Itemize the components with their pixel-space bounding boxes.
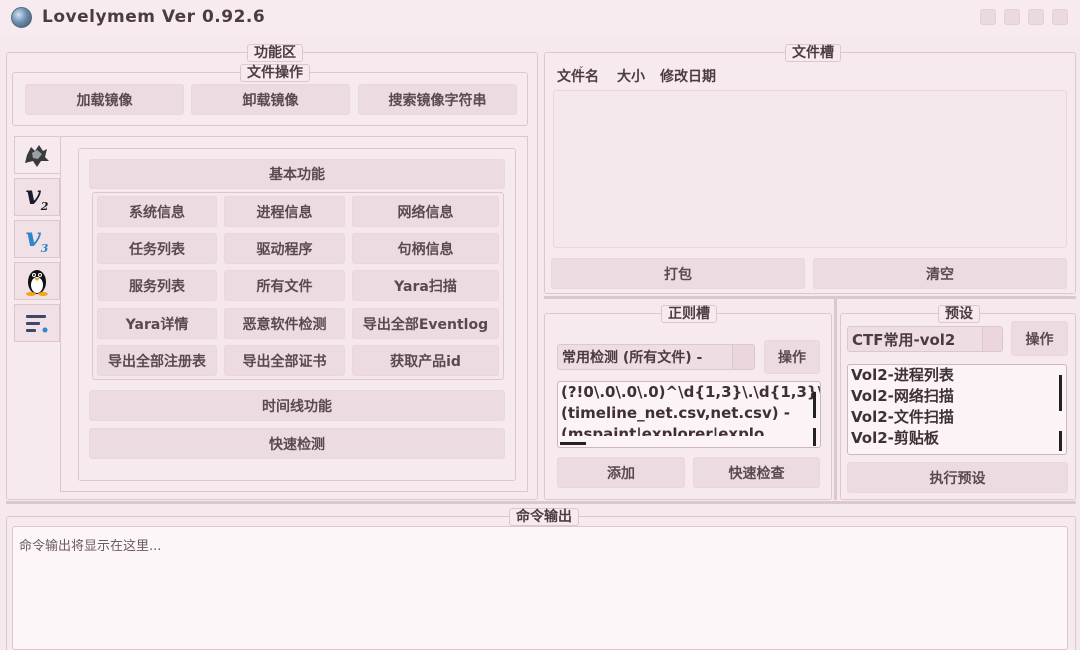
regex-line-1: (?!0\.0\.0\.0)^\d{1,3}\.\d{1,3}\.: [561, 383, 821, 401]
search-image-strings-button[interactable]: 搜索镜像字符串: [358, 84, 517, 115]
regex-line-3: (mspaint|explorer|explo: [561, 425, 765, 436]
command-output-box[interactable]: 命令输出将显示在这里...: [12, 526, 1068, 650]
v3-letter: v: [25, 222, 41, 253]
quick-detect-button[interactable]: 快速检测: [89, 428, 505, 459]
col-modified[interactable]: 修改日期: [660, 66, 716, 86]
function-area-title: 功能区: [247, 44, 303, 62]
window-minimize-button[interactable]: [1004, 9, 1020, 25]
regex-add-button[interactable]: 添加: [557, 457, 685, 488]
volatility-icon: [25, 145, 49, 167]
preset-list[interactable]: Vol2-进程列表 Vol2-网络扫描 Vol2-文件扫描 Vol2-剪贴板: [847, 364, 1067, 455]
preset-combo-value: CTF常用-vol2: [852, 330, 956, 349]
handle-info-button[interactable]: 句柄信息: [352, 233, 499, 264]
clear-button[interactable]: 清空: [813, 258, 1067, 289]
list-menu-icon: [26, 315, 48, 333]
app-title: Lovelymem Ver 0.92.6: [42, 7, 266, 27]
yara-scan-button[interactable]: Yara扫描: [352, 270, 499, 301]
preset-item[interactable]: Vol2-网络扫描: [848, 386, 1066, 407]
unload-image-button[interactable]: 卸载镜像: [191, 84, 350, 115]
pack-button[interactable]: 打包: [551, 258, 805, 289]
malware-detect-button[interactable]: 恶意软件检测: [224, 308, 345, 339]
preset-combo-arrow[interactable]: [982, 327, 1002, 351]
regex-scrollbar[interactable]: [806, 384, 818, 446]
preset-scrollbar[interactable]: [1052, 367, 1064, 452]
regex-slot-title: 正则槽: [661, 305, 717, 323]
preset-combo[interactable]: CTF常用-vol2: [847, 326, 1003, 352]
export-certs-button[interactable]: 导出全部证书: [224, 345, 345, 376]
yara-details-button[interactable]: Yara详情: [97, 308, 217, 339]
preset-item[interactable]: Vol2-进程列表: [848, 365, 1066, 386]
task-list-button[interactable]: 任务列表: [97, 233, 217, 264]
v2-sub: 2: [40, 200, 49, 214]
regex-line-2: (timeline_net.csv,net.csv) -: [561, 404, 791, 422]
regex-combo[interactable]: 常用检测 (所有文件) -: [557, 344, 755, 370]
tab-list[interactable]: [14, 304, 60, 342]
run-preset-button[interactable]: 执行预设: [847, 462, 1068, 493]
export-registry-button[interactable]: 导出全部注册表: [97, 345, 217, 376]
tab-vol3[interactable]: v3: [14, 220, 60, 258]
col-size[interactable]: 大小: [617, 66, 645, 86]
regex-op-button[interactable]: 操作: [764, 340, 820, 374]
driver-button[interactable]: 驱动程序: [224, 233, 345, 264]
tab-vol2[interactable]: v2: [14, 178, 60, 216]
get-product-id-button[interactable]: 获取产品id: [352, 345, 499, 376]
regex-quick-check-button[interactable]: 快速检查: [693, 457, 820, 488]
file-ops-title: 文件操作: [240, 64, 310, 82]
basic-functions-button[interactable]: 基本功能: [89, 159, 505, 189]
v2-icon: v2: [26, 181, 49, 213]
all-files-button[interactable]: 所有文件: [224, 270, 345, 301]
tab-volatility[interactable]: [14, 136, 60, 174]
window-close-button[interactable]: [1052, 9, 1068, 25]
regex-textbox[interactable]: (?!0\.0\.0\.0)^\d{1,3}\.\d{1,3}\. (timel…: [557, 381, 821, 448]
load-image-button[interactable]: 加载镜像: [25, 84, 184, 115]
service-list-button[interactable]: 服务列表: [97, 270, 217, 301]
file-slot-title: 文件槽: [785, 44, 841, 62]
horizontal-splitter[interactable]: [544, 296, 1076, 299]
linux-penguin-icon: [26, 270, 48, 296]
tab-linux[interactable]: [14, 262, 60, 300]
app-globe-icon: [11, 7, 32, 28]
preset-op-button[interactable]: 操作: [1011, 321, 1068, 356]
title-bar[interactable]: Lovelymem Ver 0.92.6: [0, 0, 1080, 36]
v3-sub: 3: [40, 242, 49, 256]
preset-item[interactable]: Vol2-剪贴板: [848, 428, 1066, 449]
v3-icon: v3: [26, 223, 49, 255]
preset-item[interactable]: Vol2-文件扫描: [848, 407, 1066, 428]
command-output-placeholder: 命令输出将显示在这里...: [19, 539, 162, 554]
timeline-button[interactable]: 时间线功能: [89, 390, 505, 421]
export-eventlog-button[interactable]: 导出全部Eventlog: [352, 308, 499, 339]
main-window: Lovelymem Ver 0.92.6 功能区 文件操作 加载镜像 卸载镜像 …: [0, 0, 1080, 650]
window-maximize-button[interactable]: [1028, 9, 1044, 25]
bottom-splitter[interactable]: [6, 501, 1076, 504]
regex-combo-arrow[interactable]: [732, 345, 754, 369]
sort-chevron-icon: ⌄: [578, 61, 585, 70]
network-info-button[interactable]: 网络信息: [352, 196, 499, 227]
regex-hscroll[interactable]: [560, 442, 586, 445]
regex-combo-value: 常用检测 (所有文件) -: [562, 350, 703, 366]
process-info-button[interactable]: 进程信息: [224, 196, 345, 227]
vertical-splitter[interactable]: [834, 298, 837, 500]
preset-title: 预设: [938, 305, 980, 323]
file-list[interactable]: [553, 90, 1067, 248]
v2-letter: v: [25, 180, 41, 211]
window-help-button[interactable]: [980, 9, 996, 25]
system-info-button[interactable]: 系统信息: [97, 196, 217, 227]
command-output-title: 命令输出: [509, 508, 579, 526]
